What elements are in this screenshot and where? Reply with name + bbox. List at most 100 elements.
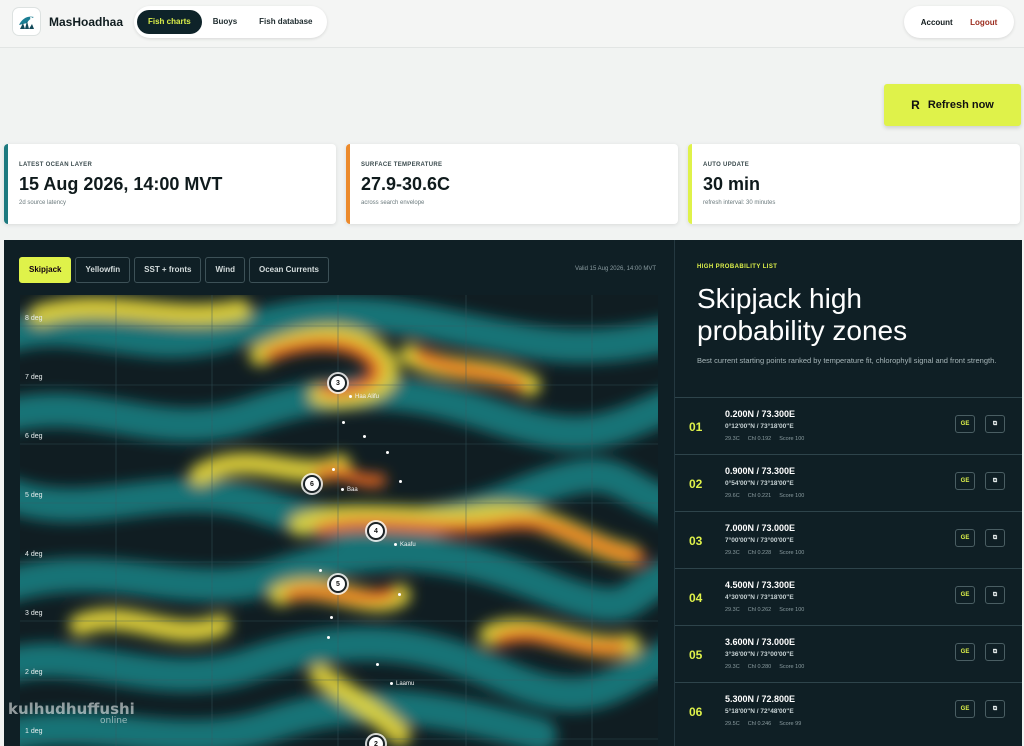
stat-card-ocean-layer: LATEST OCEAN LAYER 15 Aug 2026, 14:00 MV…	[4, 144, 336, 224]
account-link[interactable]: Account	[921, 18, 953, 27]
zone-pin[interactable]: 5	[329, 575, 347, 593]
watermark: kulhudhuffushi online	[8, 700, 135, 726]
nav-fish-database[interactable]: Fish database	[248, 10, 323, 34]
main-nav: Fish charts Buoys Fish database	[134, 6, 327, 38]
zone-row[interactable]: 05 3.600N / 73.000E 3°36'00"N / 73°00'00…	[675, 625, 1022, 682]
brand[interactable]: MasHoadhaa	[12, 7, 123, 36]
zone-pin[interactable]: 6	[303, 475, 321, 493]
place-laamu: Laamu	[390, 681, 414, 687]
zone-temp: 29.3C	[725, 436, 740, 442]
zone-chl: Chl 0.262	[747, 607, 772, 613]
zone-chl: Chl 0.246	[747, 721, 772, 727]
zone-meta: 29.3C Chl 0.280 Score 100	[725, 664, 812, 670]
zone-dms: 5°18'00"N / 72°48'00"E	[725, 708, 794, 715]
top-bar: MasHoadhaa Fish charts Buoys Fish databa…	[0, 0, 1024, 48]
zone-score: Score 100	[779, 664, 805, 670]
zone-score: Score 100	[779, 436, 805, 442]
zone-pin[interactable]: 4	[367, 522, 385, 540]
logout-link[interactable]: Logout	[970, 18, 997, 27]
zone-score: Score 100	[779, 493, 805, 499]
stat-label: SURFACE TEMPERATURE	[361, 162, 443, 168]
google-earth-button[interactable]: GE	[955, 472, 975, 490]
zone-coord: 5.300N / 72.800E	[725, 694, 796, 704]
place-haa-alifu: Haa Alifu	[349, 394, 379, 400]
list-label: HIGH PROBABILITY LIST	[697, 264, 778, 270]
zone-temp: 29.3C	[725, 607, 740, 613]
stat-value: 30 min	[703, 174, 761, 194]
island-dot	[327, 636, 330, 639]
zone-dms: 0°54'00"N / 73°18'00"E	[725, 480, 794, 487]
island-dot	[399, 480, 402, 483]
zone-temp: 29.5C	[725, 721, 740, 727]
copy-icon[interactable]: ⧉	[985, 529, 1005, 547]
copy-icon[interactable]: ⧉	[985, 415, 1005, 433]
zone-row[interactable]: 03 7.000N / 73.000E 7°00'00"N / 73°00'00…	[675, 511, 1022, 568]
zone-chl: Chl 0.221	[747, 493, 772, 499]
tab-skipjack[interactable]: Skipjack	[19, 257, 72, 283]
zone-pin[interactable]: 2	[367, 735, 385, 746]
probability-heatmap[interactable]: 8 deg 7 deg 6 deg 5 deg 4 deg 3 deg 2 de…	[20, 295, 658, 746]
place-baa: Baa	[341, 487, 358, 493]
copy-icon[interactable]: ⧉	[985, 643, 1005, 661]
zone-coord: 4.500N / 73.300E	[725, 580, 796, 590]
zone-row[interactable]: 01 0.200N / 73.300E 0°12'00"N / 73°18'00…	[675, 397, 1022, 454]
zone-meta: 29.5C Chl 0.246 Score 99	[725, 721, 809, 727]
zone-coord: 0.200N / 73.300E	[725, 409, 796, 419]
account-menu: Account Logout	[904, 6, 1014, 38]
tab-ocean-currents[interactable]: Ocean Currents	[248, 257, 329, 283]
heatmap-svg	[20, 295, 658, 746]
zone-rank: 02	[689, 477, 703, 491]
app-name: MasHoadhaa	[49, 14, 124, 29]
zones-list-panel: HIGH PROBABILITY LIST Skipjack high prob…	[675, 240, 1022, 746]
zone-chl: Chl 0.280	[747, 664, 772, 670]
tab-sst-fronts[interactable]: SST + fronts	[134, 257, 202, 283]
google-earth-button[interactable]: GE	[955, 415, 975, 433]
zone-meta: 29.3C Chl 0.192 Score 100	[725, 436, 812, 442]
zone-chl: Chl 0.192	[747, 436, 772, 442]
island-dot	[376, 663, 379, 666]
zone-rank: 01	[689, 420, 703, 434]
card-accent-bar	[346, 144, 350, 224]
stat-value: 27.9-30.6C	[361, 174, 451, 194]
lat-label: 8 deg	[25, 315, 43, 322]
lat-label: 7 deg	[25, 374, 43, 381]
nav-buoys[interactable]: Buoys	[202, 10, 248, 34]
google-earth-button[interactable]: GE	[955, 529, 975, 547]
google-earth-button[interactable]: GE	[955, 643, 975, 661]
zone-score: Score 100	[779, 550, 805, 556]
island-dot	[363, 435, 366, 438]
zone-row[interactable]: 04 4.500N / 73.300E 4°30'00"N / 73°18'00…	[675, 568, 1022, 625]
island-dot	[386, 451, 389, 454]
tab-yellowfin[interactable]: Yellowfin	[75, 257, 131, 283]
copy-icon[interactable]: ⧉	[985, 586, 1005, 604]
zone-dms: 0°12'00"N / 73°18'00"E	[725, 423, 794, 430]
refresh-label: Refresh now	[927, 99, 994, 111]
zone-rank: 05	[689, 648, 703, 662]
copy-icon[interactable]: ⧉	[985, 700, 1005, 718]
species-tabs: Skipjack Yellowfin SST + fronts Wind Oce…	[19, 257, 333, 283]
tab-wind[interactable]: Wind	[205, 257, 245, 283]
island-dot	[330, 616, 333, 619]
stat-sub: across search envelope	[361, 200, 425, 206]
zone-score: Score 100	[779, 607, 805, 613]
zone-row[interactable]: 02 0.900N / 73.300E 0°54'00"N / 73°18'00…	[675, 454, 1022, 511]
google-earth-button[interactable]: GE	[955, 586, 975, 604]
zone-rank: 06	[689, 705, 703, 719]
zones-list: 01 0.200N / 73.300E 0°12'00"N / 73°18'00…	[675, 397, 1022, 739]
google-earth-button[interactable]: GE	[955, 700, 975, 718]
island-dot	[398, 593, 401, 596]
card-accent-bar	[4, 144, 8, 224]
list-description: Best current starting points ranked by t…	[697, 356, 997, 365]
zone-pin[interactable]: 3	[329, 374, 347, 392]
refresh-icon: R	[911, 98, 920, 112]
island-dot	[319, 569, 322, 572]
copy-icon[interactable]: ⧉	[985, 472, 1005, 490]
zone-rank: 04	[689, 591, 703, 605]
lat-label: 6 deg	[25, 433, 43, 440]
zone-temp: 29.6C	[725, 493, 740, 499]
stat-card-auto-update: AUTO UPDATE 30 min refresh interval: 30 …	[688, 144, 1020, 224]
nav-fish-charts[interactable]: Fish charts	[137, 10, 202, 34]
zone-row[interactable]: 06 5.300N / 72.800E 5°18'00"N / 72°48'00…	[675, 682, 1022, 739]
lat-label: 4 deg	[25, 551, 43, 558]
refresh-button[interactable]: R Refresh now	[884, 84, 1021, 126]
